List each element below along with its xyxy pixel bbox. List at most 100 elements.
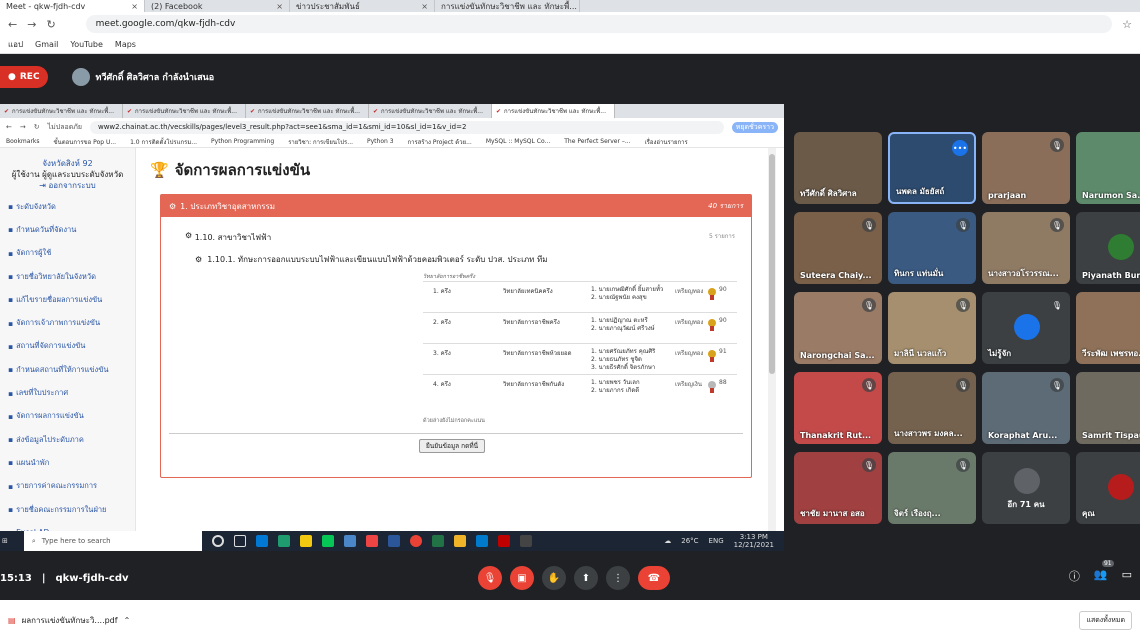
participant-avatar	[1108, 474, 1134, 500]
sidebar-item[interactable]: ▪ กำหนดสถานที่ให้การแข่งขัน	[0, 358, 135, 381]
gear-icon: ⚙	[195, 255, 205, 264]
raise-hand-button[interactable]: ✋	[542, 566, 566, 590]
shared-bookmark-item: Bookmarks	[6, 138, 40, 145]
profile-chip: หยุดชั่วคราว	[731, 121, 778, 133]
confirm-button[interactable]: ยืนยันข้อมูล กดที่นี่	[419, 439, 486, 453]
chevron-up-icon[interactable]: ⌃	[124, 616, 131, 625]
participant-tile[interactable]: Suteera Chaiy... 🎙	[794, 212, 882, 284]
participant-tile[interactable]: ทวีศักดิ์ ศิลวิศาล	[794, 132, 882, 204]
participant-tile[interactable]: อีก 71 คน	[982, 452, 1070, 524]
category-count: 40 รายการ	[708, 201, 743, 210]
participant-tile[interactable]: Narumon Sa...🎙	[1076, 132, 1140, 204]
forward-icon[interactable]: →	[27, 18, 36, 31]
admin-sidebar: จังหวัดสิงห์ 92 ผู้ใช้งาน ผู้ดูแลระบบระด…	[0, 148, 136, 531]
participant-tile[interactable]: ชาชัย มานาส อสอ 🎙	[794, 452, 882, 524]
scrollbar-thumb[interactable]	[769, 154, 775, 374]
shared-address-bar: ← → ↻ ไม่ปลอดภัย www2.chainat.ac.th/vecs…	[0, 118, 784, 136]
participant-tile[interactable]: มาลินี นวลแก้ว 🎙	[888, 292, 976, 364]
subcategory-row[interactable]: ⚙ 1.10. สาขาวิชาไฟฟ้า 5 รายการ	[185, 231, 735, 244]
sidebar-item[interactable]: ▪ กำหนดวันที่จัดงาน	[0, 218, 135, 241]
url-text: meet.google.com/qkw-fjdh-cdv	[95, 19, 236, 29]
member-name: 1. นายเกษฒิศักดิ์ ยิ้มสายทั้ว	[591, 286, 664, 293]
sidebar-item[interactable]: ▪ รายการค่าคณะกรรมการ	[0, 475, 135, 498]
back-icon[interactable]: ←	[8, 18, 17, 31]
participant-tile[interactable]: นางสาวพร มงคล... 🎙	[888, 372, 976, 444]
sidebar-item[interactable]: ▪ เลขที่ใบประกาศ	[0, 381, 135, 404]
shared-tab-label: การแข่งขันทักษะวิชาชีพ และ ทักษะพื้...	[504, 108, 606, 115]
leave-call-button[interactable]: ☎	[638, 566, 670, 590]
vscode-icon	[475, 535, 488, 547]
bookmark-item[interactable]: Maps	[115, 40, 136, 49]
browser-tab[interactable]: ข่าวประชาสัมพันธ์ ×	[290, 0, 435, 12]
close-icon[interactable]: ×	[421, 2, 428, 11]
info-icon[interactable]: ⓘ	[1069, 568, 1080, 584]
result-members: 1. นายเกษฒิศักดิ์ ยิ้มสายทั้ว 2. นายณัฐพน…	[591, 286, 675, 308]
browser-tab[interactable]: การแข่งขันทักษะวิชาชีพ และ ทักษะพื้...×	[435, 0, 580, 12]
close-icon[interactable]: ×	[131, 2, 138, 11]
sidebar-item[interactable]: ▪ ระดับจังหวัด	[0, 195, 135, 218]
participant-tile[interactable]: Koraphat Aru... 🎙	[982, 372, 1070, 444]
mic-off-button[interactable]: 🎙	[478, 566, 502, 590]
participant-name: ทินกร แท่นมั่น	[894, 269, 944, 278]
gear-icon: ⚙	[185, 231, 195, 240]
participant-tile[interactable]: นพดล มัธยัสถ์ •••	[888, 132, 976, 204]
sidebar-item[interactable]: ▪ แผนนำพัก	[0, 451, 135, 474]
star-icon[interactable]: ☆	[1122, 18, 1132, 31]
bookmark-item[interactable]: YouTube	[70, 40, 103, 49]
participant-tile[interactable]: Samrit Tispau...🎙	[1076, 372, 1140, 444]
hand-icon: ✋	[547, 572, 561, 584]
logout-link[interactable]: ⇥ ออกจากระบบ	[0, 180, 135, 191]
category-panel: ⚙ 1. ประเภทวิชาอุตสาหกรรม 40 รายการ ⚙ 1.…	[160, 194, 752, 478]
participant-tile[interactable]: วีระพัฒ เพชรทอ...🎙	[1076, 292, 1140, 364]
web-page: จังหวัดสิงห์ 92 ผู้ใช้งาน ผู้ดูแลระบบระด…	[0, 148, 784, 531]
participant-tile[interactable]: ไม่รู้จัก 🎙	[982, 292, 1070, 364]
participant-tile[interactable]: Thanakrit Rut... 🎙	[794, 372, 882, 444]
bookmark-item[interactable]: Gmail	[35, 40, 58, 49]
member-name: 3. นายธีรศักดิ์ จิตรภักษา	[591, 364, 656, 371]
people-button[interactable]: 👥 91	[1094, 560, 1114, 584]
browser-tab[interactable]: (2) Facebook ×	[145, 0, 290, 12]
menu-icon: ▪	[8, 411, 14, 421]
present-button[interactable]: ⬆	[574, 566, 598, 590]
page-scrollbar[interactable]	[768, 148, 776, 531]
menu-icon: ▪	[8, 341, 14, 351]
participant-tile[interactable]: prarjaan 🎙	[982, 132, 1070, 204]
participant-tile[interactable]: Piyanath Bura...🎙	[1076, 212, 1140, 284]
contest-row[interactable]: ⚙ 1.10.1. ทักษะการออกแบบระบบไฟฟ้าและเขีย…	[195, 253, 547, 266]
participant-tile[interactable]: คุณ🎙	[1076, 452, 1140, 524]
download-item[interactable]: ▤ ผลการแข่งขันทักษะวิ....pdf ⌃	[8, 614, 130, 627]
sidebar-item[interactable]: ▪ แก้ไขรายชื่อผลการแข่งขัน	[0, 288, 135, 311]
more-options-button[interactable]: ⋮	[606, 566, 630, 590]
mic-off-icon: 🎙	[1050, 218, 1064, 232]
chat-icon[interactable]: ▭	[1122, 568, 1132, 584]
show-all-button[interactable]: แสดงทั้งหมด	[1079, 610, 1132, 630]
camera-off-button[interactable]: ▣	[510, 566, 534, 590]
sidebar-item[interactable]: ▪ จัดการผู้ใช้	[0, 242, 135, 265]
participant-tile[interactable]: จิตร์ เรืองฤ... 🎙	[888, 452, 976, 524]
participant-tile[interactable]: นางสาวอโรวรรณ... 🎙	[982, 212, 1070, 284]
reload-icon[interactable]: ↻	[46, 18, 55, 31]
browser-tab[interactable]: Meet - qkw-fjdh-cdv ×	[0, 0, 145, 12]
bookmark-item[interactable]: แอป	[8, 38, 23, 51]
sidebar-item[interactable]: ▪ รายชื่อวิทยาลัยในจังหวัด	[0, 265, 135, 288]
sidebar-item[interactable]: ▪ รายชื่อคณะกรรมการในฝ่าย	[0, 498, 135, 521]
category-header[interactable]: ⚙ 1. ประเภทวิชาอุตสาหกรรม 40 รายการ	[161, 195, 751, 217]
more-options-icon[interactable]: •••	[952, 140, 968, 156]
participant-name: Narumon Sa...	[1082, 191, 1140, 200]
participant-tile[interactable]: Narongchai Sa... 🎙	[794, 292, 882, 364]
sidebar-item[interactable]: ▪ จัดการเจ้าภาพการแข่งขัน	[0, 311, 135, 334]
cortana-icon	[211, 535, 224, 547]
participant-tile[interactable]: ทินกร แท่นมั่น 🎙	[888, 212, 976, 284]
recording-badge: ● REC	[0, 66, 48, 88]
url-field[interactable]: meet.google.com/qkw-fjdh-cdv	[85, 15, 1113, 33]
line-icon	[321, 535, 334, 547]
sidebar-item[interactable]: ▪Excel AD	[0, 521, 135, 531]
terminal-icon	[519, 535, 532, 547]
sidebar-item[interactable]: ▪ สถานที่จัดการแข่งขัน	[0, 335, 135, 358]
sidebar-item[interactable]: ▪ ส่งข้อมูลไประดับภาค	[0, 428, 135, 451]
back-icon: ←	[6, 123, 12, 131]
participant-name: prarjaan	[988, 191, 1027, 200]
sidebar-item[interactable]: ▪ จัดการผลการแข่งขัน	[0, 405, 135, 428]
mic-off-icon: 🎙	[862, 378, 876, 392]
close-icon[interactable]: ×	[276, 2, 283, 11]
